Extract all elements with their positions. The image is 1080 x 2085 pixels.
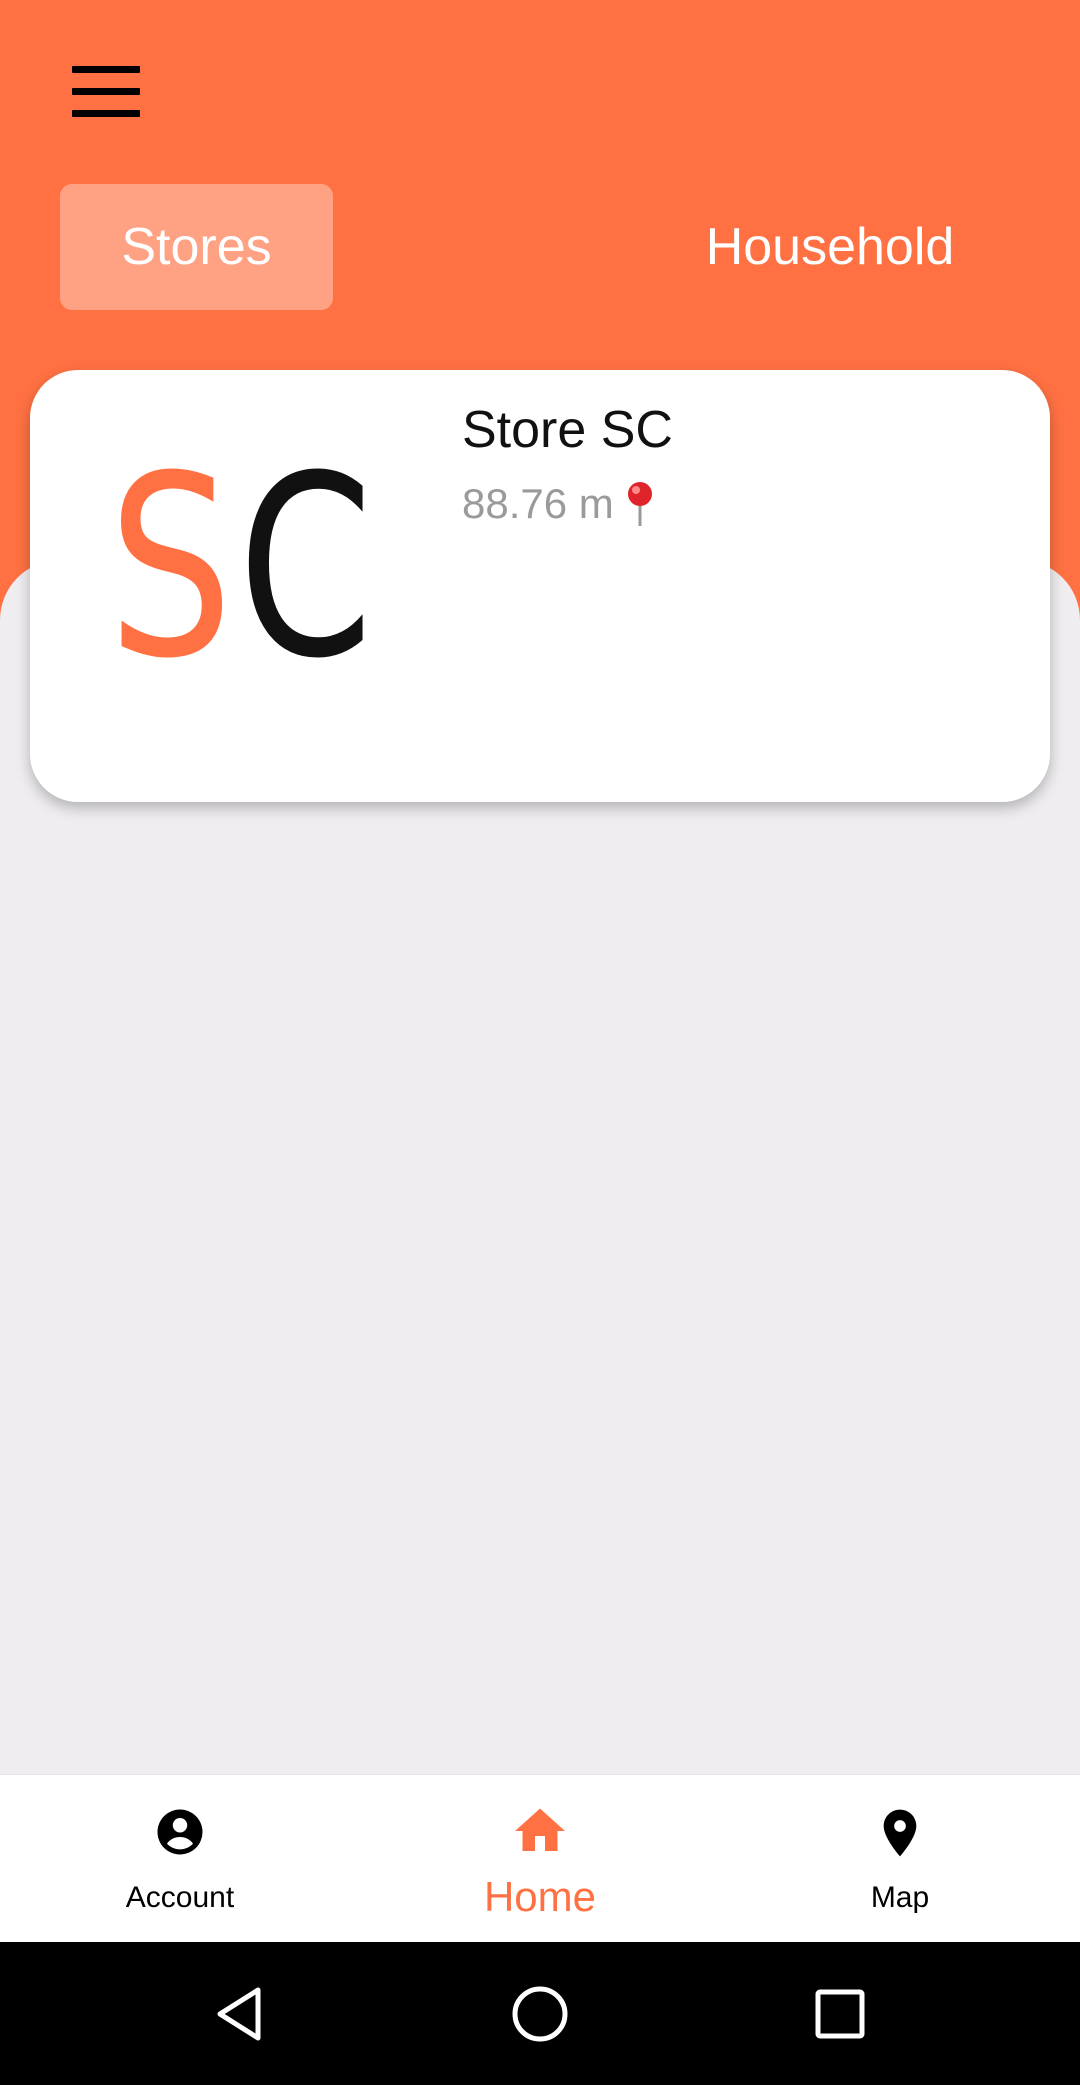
logo-letter-c: C [238,464,373,684]
map-pin-icon [883,1809,917,1857]
distance-value: 88.76 m [462,480,614,527]
nav-account-label: Account [125,1881,235,1914]
location-pin-icon [627,482,652,526]
logo-letter-s: S [108,464,233,684]
account-circle-icon [157,1809,203,1855]
nav-map[interactable]: Map [780,1775,1020,1943]
menu-icon[interactable] [68,62,144,118]
nav-map-label: Map [870,1881,930,1914]
recents-square-icon[interactable] [810,1984,870,2044]
store-name: Store SC [462,401,673,459]
tab-stores[interactable]: Stores [60,184,333,310]
nav-account[interactable]: Account [60,1775,300,1943]
store-logo: S C [108,464,373,684]
nav-home[interactable]: Home [420,1775,660,1943]
bottom-navigation: Account Home Map [0,1774,1080,1943]
store-card[interactable]: S C Store SC 88.76 m [30,370,1050,802]
home-icon [515,1808,565,1851]
store-distance: 88.76 m [462,480,658,528]
back-icon[interactable] [210,1984,270,2044]
home-circle-icon[interactable] [510,1984,570,2044]
system-navigation-bar [0,1942,1080,2085]
nav-home-label: Home [483,1873,597,1920]
tab-household[interactable]: Household [680,184,980,310]
